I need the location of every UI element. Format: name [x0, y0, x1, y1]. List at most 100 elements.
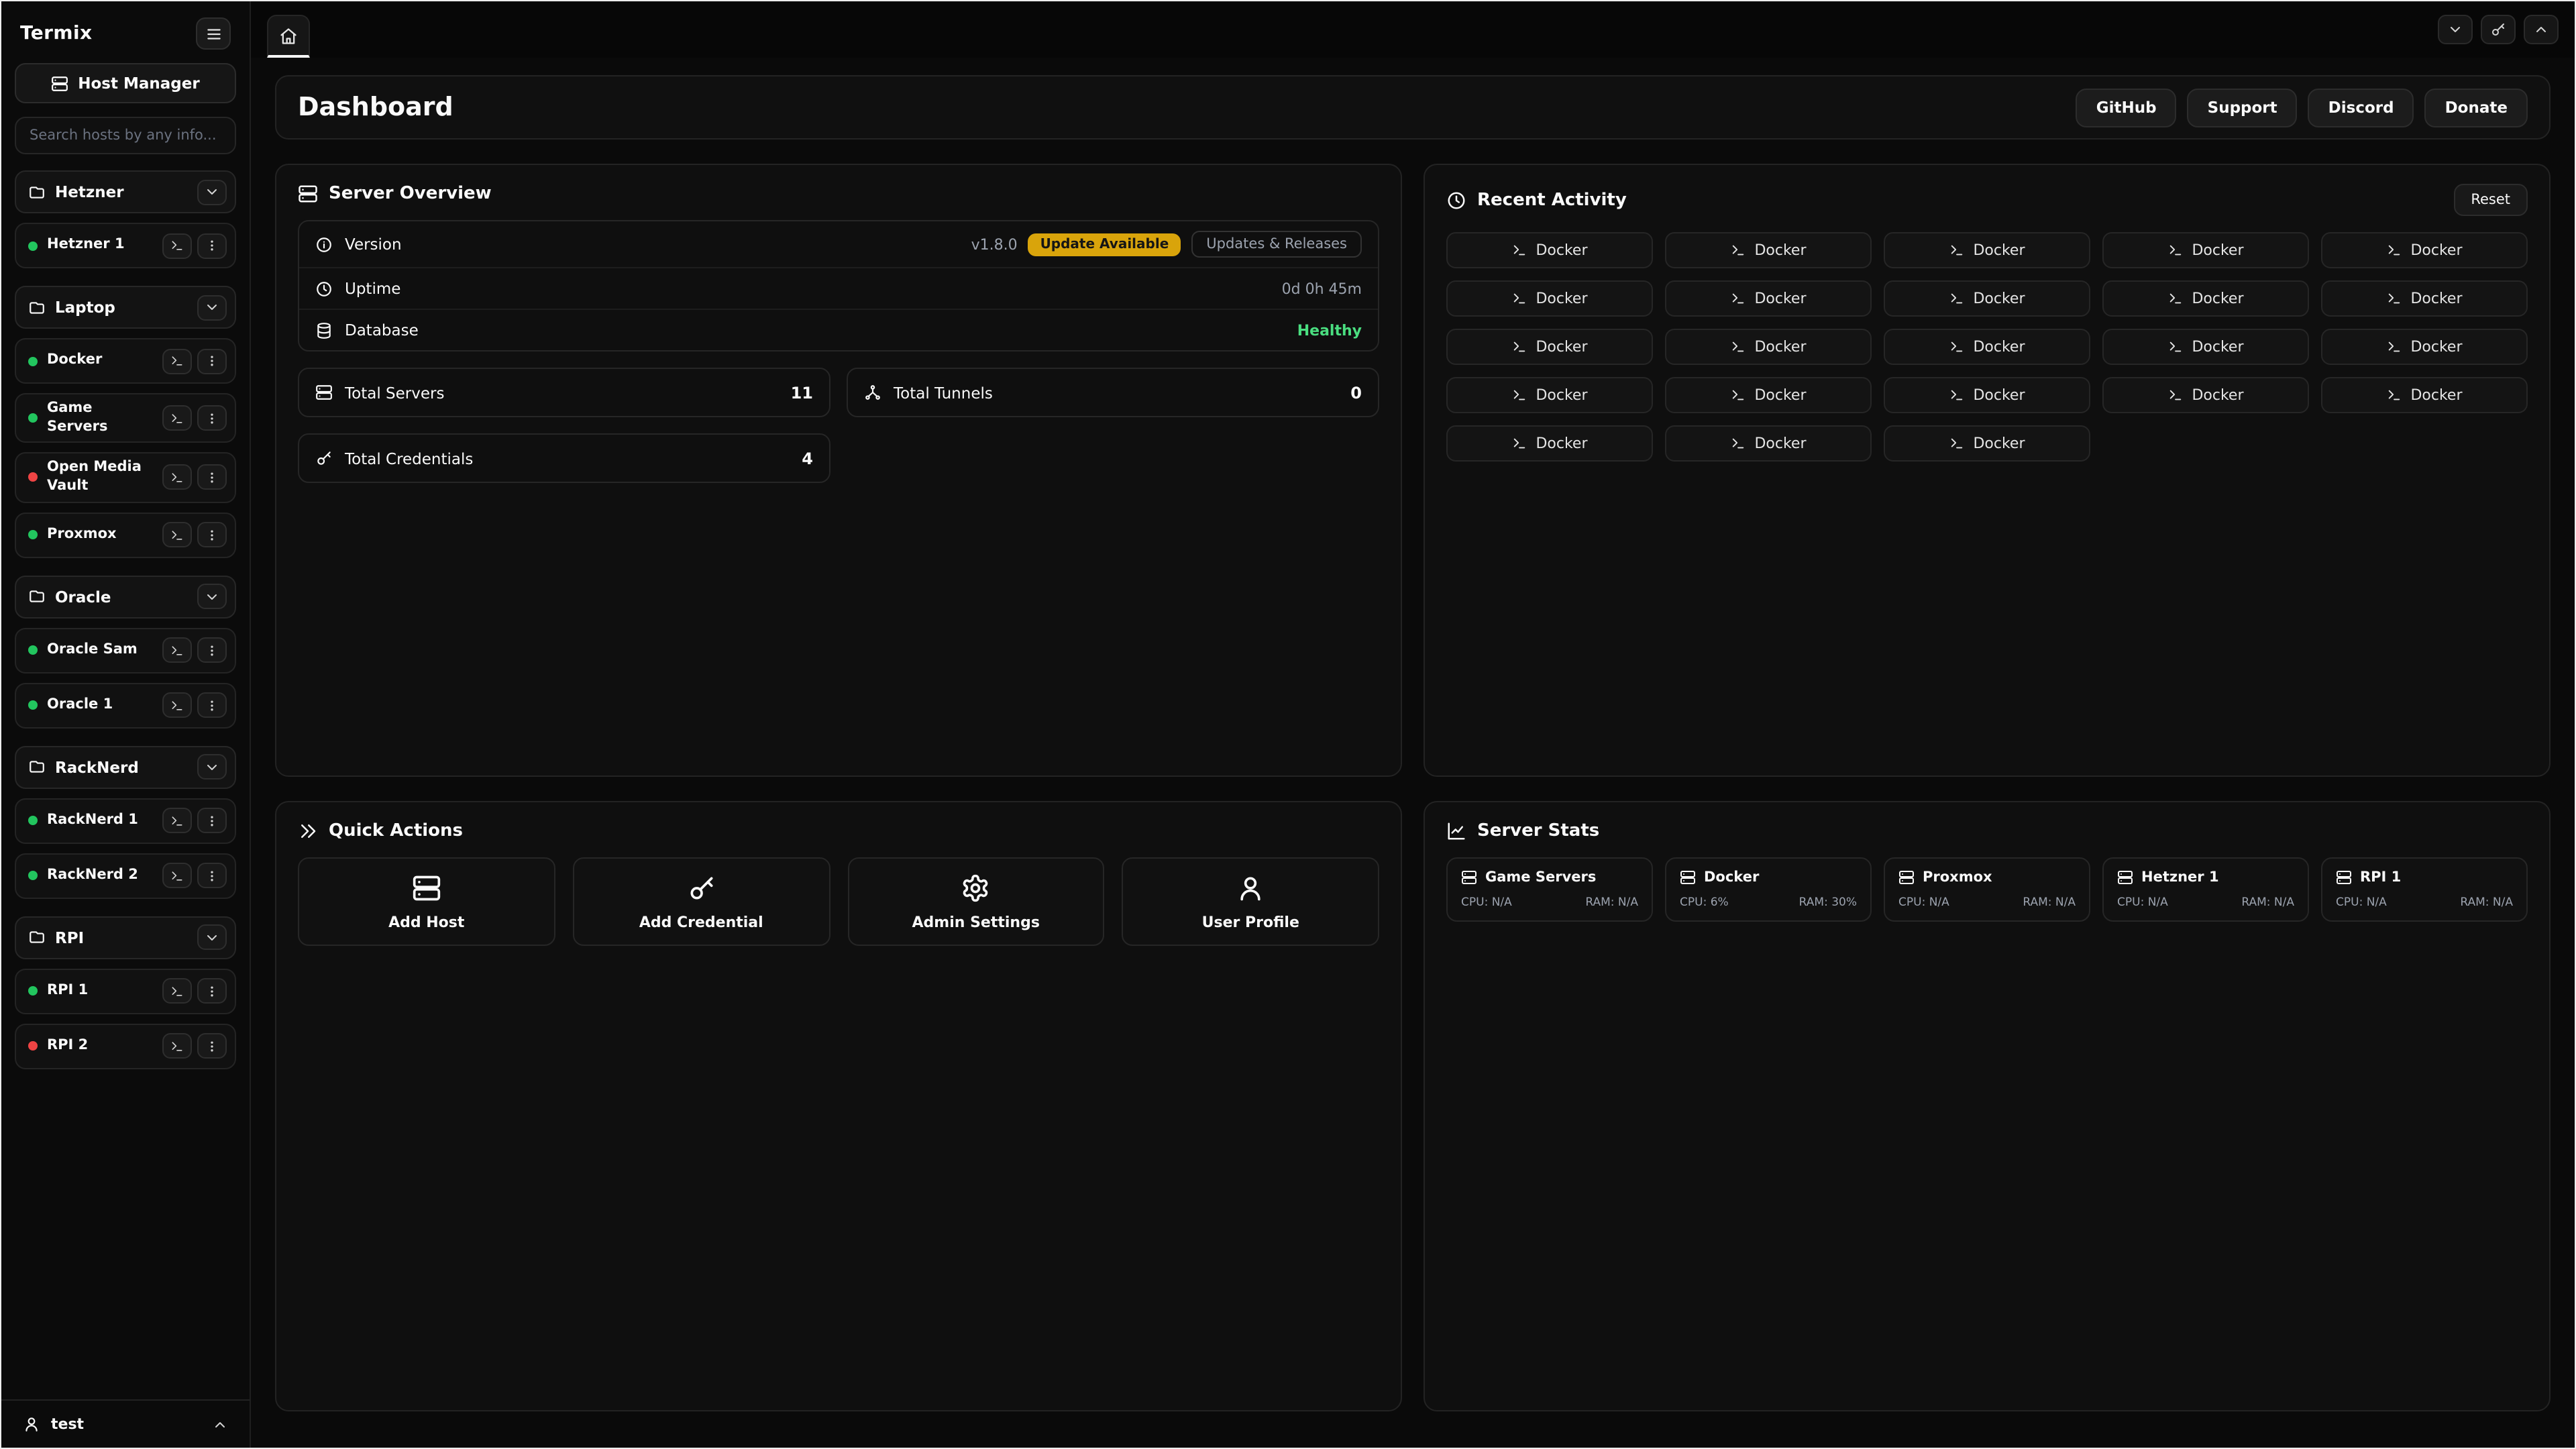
- host-terminal-button[interactable]: [162, 405, 192, 431]
- folder-collapse-button[interactable]: [197, 294, 227, 320]
- activity-item[interactable]: Docker: [2102, 280, 2309, 317]
- credentials-button[interactable]: [2481, 15, 2516, 44]
- activity-item[interactable]: Docker: [1665, 329, 1872, 365]
- kebab-menu-icon: [205, 354, 219, 368]
- host-menu-button[interactable]: [197, 522, 227, 547]
- stat-tile[interactable]: Game Servers CPU: N/A RAM: N/A: [1446, 857, 1653, 922]
- folder-collapse-button[interactable]: [197, 754, 227, 780]
- activity-item[interactable]: Docker: [1884, 280, 2090, 317]
- folder-collapse-button[interactable]: [197, 584, 227, 609]
- host-row[interactable]: Open Media Vault: [15, 453, 236, 503]
- activity-item[interactable]: Docker: [1446, 232, 1653, 268]
- activity-item[interactable]: Docker: [2102, 232, 2309, 268]
- split-up-button[interactable]: [2524, 15, 2559, 44]
- stat-cpu: CPU: 6%: [1680, 896, 1729, 910]
- activity-item[interactable]: Docker: [2102, 377, 2309, 413]
- github-button[interactable]: GitHub: [2076, 88, 2177, 127]
- host-terminal-button[interactable]: [162, 808, 192, 833]
- uptime-row: Uptime 0d 0h 45m: [299, 267, 1378, 309]
- server-icon: [2117, 869, 2133, 885]
- terminal-icon: [1730, 436, 1745, 451]
- host-manager-button[interactable]: Host Manager: [15, 63, 236, 103]
- host-row[interactable]: RackNerd 1: [15, 798, 236, 843]
- host-menu-button[interactable]: [197, 405, 227, 431]
- host-menu-button[interactable]: [197, 863, 227, 888]
- folder-header[interactable]: Hetzner: [15, 170, 236, 213]
- stat-tile[interactable]: RPI 1 CPU: N/A RAM: N/A: [2321, 857, 2528, 922]
- activity-item[interactable]: Docker: [2321, 377, 2528, 413]
- host-menu-button[interactable]: [197, 692, 227, 718]
- folder-header[interactable]: RackNerd: [15, 745, 236, 788]
- host-row[interactable]: Oracle 1: [15, 682, 236, 728]
- activity-item[interactable]: Docker: [2321, 232, 2528, 268]
- host-terminal-button[interactable]: [162, 863, 192, 888]
- host-row[interactable]: RackNerd 2: [15, 853, 236, 898]
- admin-settings-button[interactable]: Admin Settings: [847, 857, 1105, 946]
- reset-button[interactable]: Reset: [2453, 184, 2528, 216]
- host-menu-button[interactable]: [197, 808, 227, 833]
- updates-releases-button[interactable]: Updates & Releases: [1191, 231, 1362, 258]
- host-actions: [162, 233, 227, 258]
- support-button[interactable]: Support: [2188, 88, 2298, 127]
- host-terminal-button[interactable]: [162, 637, 192, 663]
- host-menu-button[interactable]: [197, 348, 227, 374]
- host-row[interactable]: Proxmox: [15, 512, 236, 557]
- status-dot: [28, 473, 38, 482]
- activity-item[interactable]: Docker: [1446, 280, 1653, 317]
- host-menu-button[interactable]: [197, 978, 227, 1004]
- discord-button[interactable]: Discord: [2308, 88, 2414, 127]
- folder-header[interactable]: Oracle: [15, 575, 236, 618]
- host-search-input[interactable]: [15, 117, 236, 154]
- stat-tile[interactable]: Proxmox CPU: N/A RAM: N/A: [1884, 857, 2090, 922]
- host-terminal-button[interactable]: [162, 692, 192, 718]
- stat-tile[interactable]: Hetzner 1 CPU: N/A RAM: N/A: [2102, 857, 2309, 922]
- stat-tile[interactable]: Docker CPU: 6% RAM: 30%: [1665, 857, 1872, 922]
- chevron-down-icon: [204, 929, 220, 945]
- activity-item[interactable]: Docker: [1884, 232, 2090, 268]
- folder-collapse-button[interactable]: [197, 924, 227, 950]
- activity-item[interactable]: Docker: [1446, 425, 1653, 462]
- host-row[interactable]: Hetzner 1: [15, 223, 236, 268]
- folder-header[interactable]: RPI: [15, 916, 236, 959]
- activity-item[interactable]: Docker: [1446, 377, 1653, 413]
- user-menu[interactable]: test: [1, 1399, 250, 1440]
- tab-home[interactable]: [267, 15, 310, 58]
- host-terminal-button[interactable]: [162, 978, 192, 1004]
- host-row[interactable]: Game Servers: [15, 393, 236, 443]
- host-menu-button[interactable]: [197, 465, 227, 490]
- split-down-button[interactable]: [2438, 15, 2473, 44]
- activity-item[interactable]: Docker: [1884, 377, 2090, 413]
- add-host-button[interactable]: Add Host: [298, 857, 555, 946]
- activity-item[interactable]: Docker: [1665, 377, 1872, 413]
- activity-item[interactable]: Docker: [1884, 329, 2090, 365]
- host-menu-button[interactable]: [197, 1033, 227, 1059]
- folder-header[interactable]: Laptop: [15, 286, 236, 329]
- user-profile-button[interactable]: User Profile: [1122, 857, 1380, 946]
- terminal-icon: [1949, 388, 1964, 402]
- activity-item[interactable]: Docker: [1665, 280, 1872, 317]
- host-row[interactable]: RPI 1: [15, 968, 236, 1014]
- host-terminal-button[interactable]: [162, 233, 192, 258]
- update-available-badge[interactable]: Update Available: [1028, 233, 1181, 256]
- activity-item[interactable]: Docker: [1665, 232, 1872, 268]
- host-row[interactable]: Docker: [15, 338, 236, 384]
- host-terminal-button[interactable]: [162, 465, 192, 490]
- activity-item[interactable]: Docker: [2102, 329, 2309, 365]
- activity-item[interactable]: Docker: [1884, 425, 2090, 462]
- donate-button[interactable]: Donate: [2425, 88, 2528, 127]
- host-menu-button[interactable]: [197, 233, 227, 258]
- host-row[interactable]: Oracle Sam: [15, 627, 236, 673]
- host-menu-button[interactable]: [197, 637, 227, 663]
- activity-item[interactable]: Docker: [2321, 329, 2528, 365]
- folder-collapse-button[interactable]: [197, 179, 227, 205]
- host-row[interactable]: RPI 2: [15, 1023, 236, 1069]
- sidebar-menu-button[interactable]: [196, 17, 231, 50]
- activity-item[interactable]: Docker: [1446, 329, 1653, 365]
- host-terminal-button[interactable]: [162, 348, 192, 374]
- host-terminal-button[interactable]: [162, 522, 192, 547]
- host-terminal-button[interactable]: [162, 1033, 192, 1059]
- activity-item[interactable]: Docker: [1665, 425, 1872, 462]
- add-credential-button[interactable]: Add Credential: [573, 857, 830, 946]
- activity-item[interactable]: Docker: [2321, 280, 2528, 317]
- activity-label: Docker: [2410, 241, 2462, 259]
